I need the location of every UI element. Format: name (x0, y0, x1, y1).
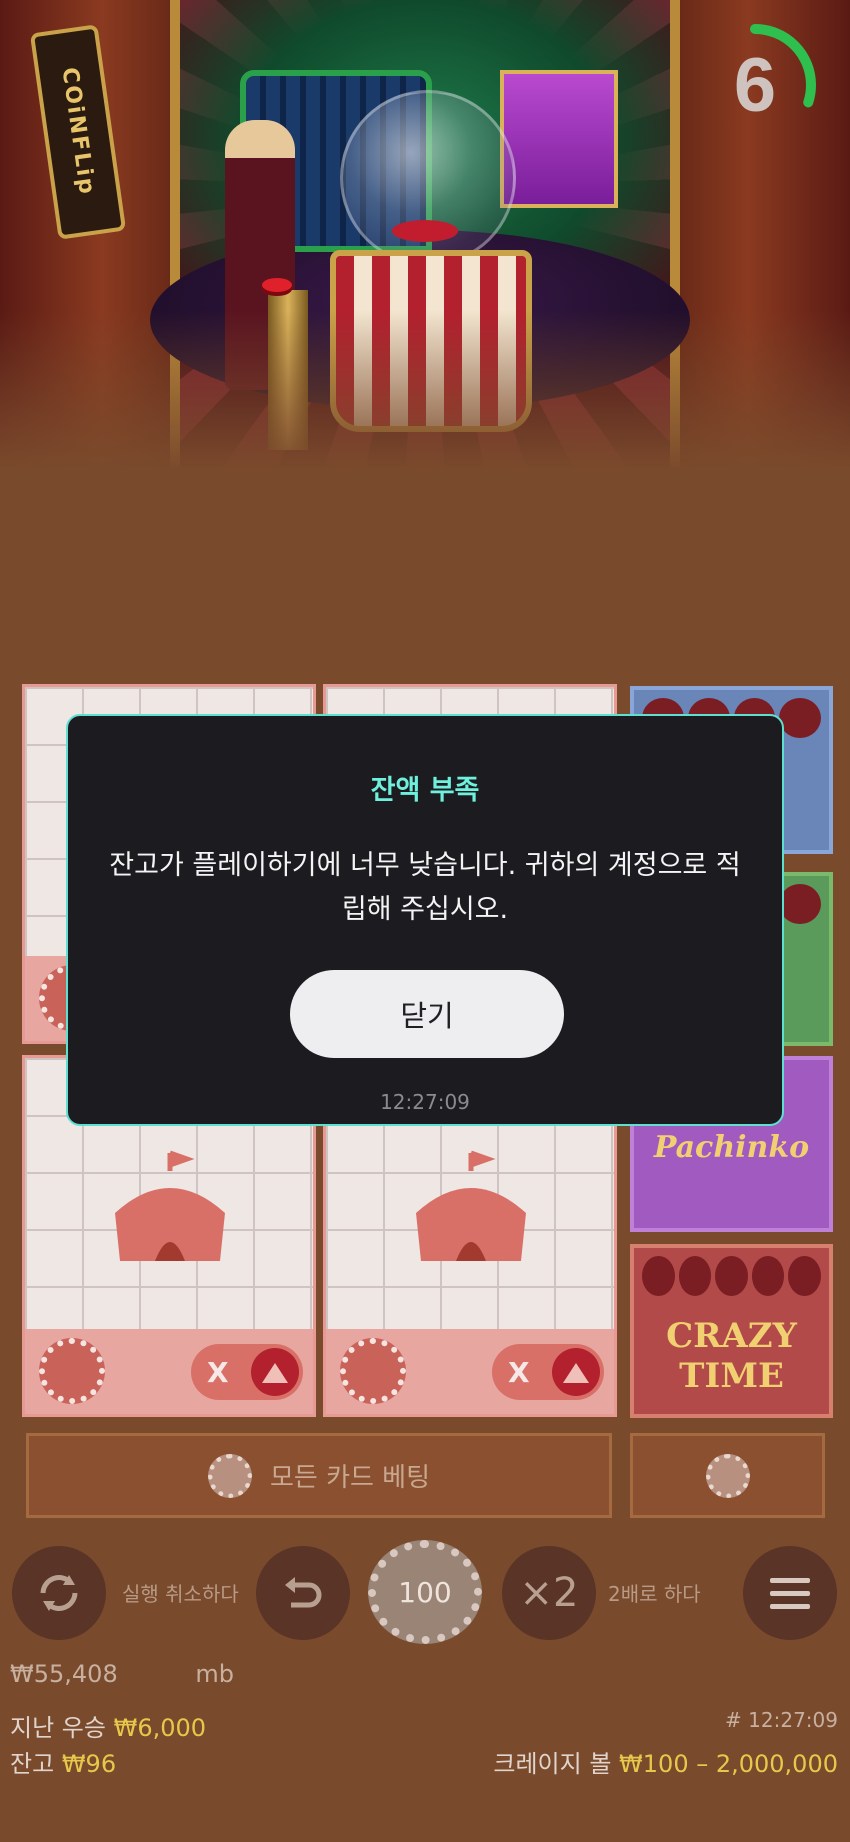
machine-base (330, 250, 532, 432)
dialog-message: 잔고가 플레이하기에 너무 낮습니다. 귀하의 계정으로 적립해 주십시오. (109, 850, 741, 925)
bet-range: ₩100 – 2,000,000 (619, 1750, 838, 1778)
undo-icon (285, 1577, 322, 1608)
repeat-icon (40, 1575, 78, 1611)
side-bet-dots (642, 1256, 821, 1296)
double-icon: ×2 (519, 1570, 579, 1616)
insufficient-balance-dialog: 잔액 부족 잔고가 플레이하기에 너무 낮습니다. 귀하의 계정으로 적립해 주… (66, 714, 784, 1126)
dialog-timestamp: 12:27:09 (380, 1090, 470, 1114)
close-button[interactable]: 닫기 (290, 970, 564, 1058)
last-win-value: ₩6,000 (113, 1714, 207, 1742)
countdown-value: 6 (733, 42, 777, 128)
menu-icon-line (770, 1603, 810, 1609)
chip-slot-icon[interactable] (39, 1338, 105, 1404)
double-button[interactable]: ×2 (502, 1546, 596, 1640)
balls (392, 220, 458, 242)
circus-tent-icon (115, 1150, 225, 1261)
multiplier-x: X (508, 1355, 530, 1389)
menu-icon-line (770, 1577, 810, 1583)
multiplier-badge[interactable]: X (492, 1344, 604, 1400)
double-label: 2배로 하다 (608, 1582, 701, 1606)
countdown-timer: 6 (690, 20, 820, 150)
circus-tent-icon (416, 1150, 526, 1261)
side-bet-crazy-time[interactable]: CRAZY TIME (630, 1244, 833, 1418)
dialog-title: 잔액 부족 (370, 775, 480, 806)
side-bet-all-button[interactable] (630, 1433, 825, 1518)
game-screen: COiNFLip 6 X X Pachinko CRAZY TIME 모든 카드… (0, 0, 850, 1842)
ticker-user: mb (195, 1660, 234, 1688)
chip-selector[interactable]: 100 (368, 1540, 482, 1644)
button-pillar (268, 290, 308, 450)
chip-icon (207, 1453, 252, 1498)
balance-label: 잔고 (10, 1750, 55, 1778)
crazy-time-label: CRAZY TIME (666, 1316, 797, 1396)
chip-icon (705, 1453, 750, 1498)
bet-all-cards-button[interactable]: 모든 카드 베팅 (26, 1433, 612, 1518)
menu-icon-line (770, 1590, 810, 1596)
tent-icon (251, 1348, 299, 1396)
balance: 잔고 ₩96 (10, 1744, 116, 1779)
red-button (262, 278, 292, 292)
multiplier-x: X (207, 1355, 229, 1389)
bet-all-cards-label: 모든 카드 베팅 (269, 1463, 431, 1493)
multiplier-badge[interactable]: X (191, 1344, 303, 1400)
game-host (225, 120, 295, 390)
menu-button[interactable] (743, 1546, 837, 1640)
ball-machine (330, 90, 532, 432)
win-ticker: ₩55,408 mb (10, 1660, 234, 1688)
undo-button[interactable] (256, 1546, 350, 1640)
chip-value: 100 (398, 1575, 452, 1609)
last-win-label: 지난 우승 (10, 1714, 106, 1742)
chip-slot-icon[interactable] (340, 1338, 406, 1404)
undo-label: 실행 취소하다 (122, 1582, 239, 1606)
game-name: 크레이지 볼 (493, 1750, 612, 1778)
tent-icon (552, 1348, 600, 1396)
round-time: # 12:27:09 (725, 1708, 838, 1732)
pachinko-label: Pachinko (653, 1130, 810, 1165)
balance-value: ₩96 (61, 1750, 117, 1778)
undo-all-button[interactable] (12, 1546, 106, 1640)
last-win: 지난 우승 ₩6,000 (10, 1708, 206, 1743)
ticker-amount: ₩55,408 (10, 1660, 118, 1688)
game-limits: 크레이지 볼 ₩100 – 2,000,000 (493, 1744, 838, 1779)
